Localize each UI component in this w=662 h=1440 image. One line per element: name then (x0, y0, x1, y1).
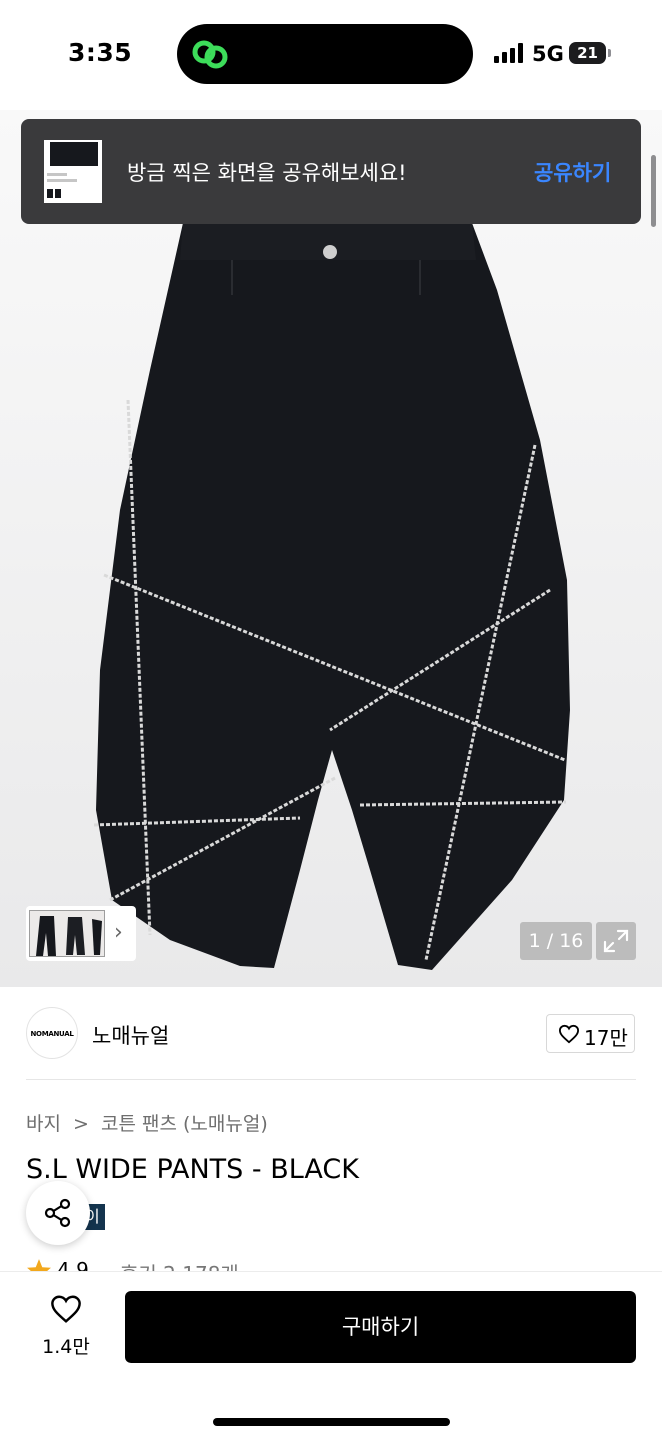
breadcrumb-separator: > (73, 1113, 89, 1135)
product-image (93, 223, 570, 970)
divider (26, 1079, 636, 1080)
toast-message: 방금 찍은 화면을 공유해보세요! (127, 161, 407, 185)
breadcrumb-subcategory[interactable]: 코튼 팬츠 (노매뉴얼) (101, 1113, 268, 1135)
wishlist-count: 1.4만 (42, 1336, 90, 1358)
chevron-right-icon[interactable]: › (114, 920, 123, 945)
image-counter: 1 / 16 (520, 922, 592, 960)
brand-name[interactable]: 노매뉴얼 (92, 1020, 169, 1050)
thumbnail-image[interactable] (29, 910, 105, 957)
breadcrumb-category[interactable]: 바지 (26, 1113, 61, 1135)
heart-icon (51, 1295, 81, 1323)
scroll-indicator[interactable] (651, 155, 656, 227)
share-icon (44, 1198, 71, 1228)
signal-icon (494, 43, 523, 63)
network-label: 5G (532, 42, 564, 66)
buy-button[interactable]: 구매하기 (125, 1291, 636, 1363)
home-indicator[interactable] (213, 1418, 450, 1426)
thumbnail-selector[interactable]: › (26, 906, 136, 961)
wishlist-button[interactable]: 1.4만 (26, 1294, 106, 1364)
link-app-icon (192, 40, 228, 69)
expand-icon[interactable] (596, 922, 636, 960)
share-toast: 방금 찍은 화면을 공유해보세요! 공유하기 (21, 119, 641, 224)
screenshot-preview-image (44, 140, 102, 203)
share-action-button[interactable]: 공유하기 (534, 157, 611, 187)
battery-icon: 21 (569, 42, 611, 64)
screenshot-thumbnail[interactable] (44, 140, 102, 203)
status-time: 3:35 (68, 38, 133, 67)
heart-icon (558, 1024, 580, 1044)
floating-share-button[interactable] (26, 1181, 90, 1245)
brand-logo[interactable]: NOMANUAL (26, 1007, 78, 1059)
status-bar: 3:35 5G 21 (0, 0, 662, 110)
brand-like-button[interactable]: 17만 (546, 1014, 635, 1053)
brand-like-count: 17만 (584, 1026, 628, 1050)
dynamic-island (177, 24, 473, 84)
product-detail-screen: 3:35 5G 21 방금 찍은 화면을 공유해보세요! 공유하기 › 1 / … (0, 0, 662, 1440)
breadcrumb: 바지 > 코튼 팬츠 (노매뉴얼) (26, 1109, 268, 1136)
product-title: S.L WIDE PANTS - BLACK (26, 1154, 359, 1185)
product-image-gallery[interactable] (0, 110, 662, 987)
